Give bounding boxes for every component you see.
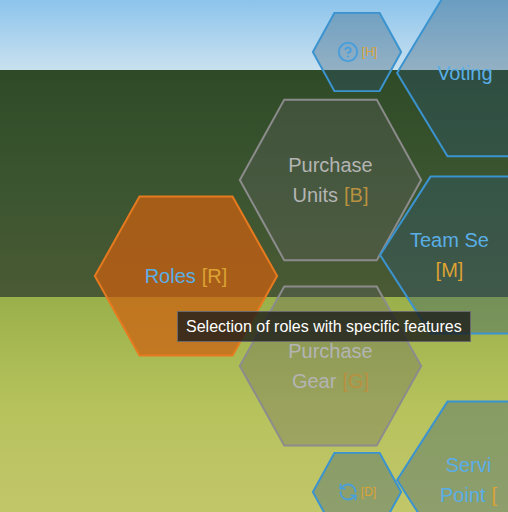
hex-line: Gear[G] xyxy=(292,366,369,396)
hex-line: Servi xyxy=(446,450,492,480)
hex-label: Point xyxy=(440,480,486,510)
hex-label: Team Se xyxy=(410,225,489,255)
hex-content: PurchaseUnits[B] xyxy=(288,150,373,210)
game-screen: [H] Voting PurchaseUnits[B] Team Se[M] Purch… xyxy=(0,0,508,512)
hex-label: Gear xyxy=(292,366,336,396)
hex-shape-icon xyxy=(238,285,423,447)
hex-line: Team Se xyxy=(410,225,489,255)
hex-content: Roles[R] xyxy=(145,261,228,291)
hex-line: Roles[R] xyxy=(145,261,228,291)
hex-key: [B] xyxy=(344,180,368,210)
hex-key: [G] xyxy=(342,366,369,396)
cycle-icon xyxy=(338,482,358,502)
hex-line: Purchase xyxy=(288,150,373,180)
hex-label: Voting xyxy=(437,58,493,88)
hex-key: [R] xyxy=(202,261,228,291)
hex-key: [H] xyxy=(362,43,377,61)
radial-menu: [H] Voting PurchaseUnits[B] Team Se[M] Purch… xyxy=(0,0,508,512)
hex-label: Purchase xyxy=(288,150,373,180)
hex-line: [D] xyxy=(338,482,376,502)
hex-label: Units xyxy=(292,180,338,210)
hex-line: [M] xyxy=(436,255,464,285)
menu-hex[interactable]: ServiPoint[ xyxy=(395,400,508,512)
hex-line: Units[B] xyxy=(292,180,368,210)
tooltip: Selection of roles with specific feature… xyxy=(177,311,471,342)
tooltip-text: Selection of roles with specific feature… xyxy=(186,315,462,339)
hex-key: [M] xyxy=(436,255,464,285)
hex-label: Servi xyxy=(446,450,492,480)
hex-content: [D] xyxy=(338,482,376,502)
hex-content: Voting xyxy=(437,58,493,88)
menu-hex[interactable]: Voting xyxy=(395,0,508,158)
hex-content: PurchaseGear[G] xyxy=(288,336,373,396)
hex-content: [H] xyxy=(337,41,377,63)
help-icon xyxy=(337,41,359,63)
hex-line: Voting xyxy=(437,58,493,88)
hex-line: Point[ xyxy=(440,480,497,510)
hex-label: Roles xyxy=(145,261,196,291)
menu-hex[interactable]: [D] xyxy=(312,452,402,512)
hex-shape-icon xyxy=(312,452,402,512)
menu-hex[interactable]: PurchaseGear[G] xyxy=(238,285,423,447)
hex-content: Team Se[M] xyxy=(410,225,489,285)
hex-key: [ xyxy=(492,480,498,510)
hex-content: ServiPoint[ xyxy=(440,450,497,510)
hex-key: [D] xyxy=(361,483,376,501)
menu-hex[interactable]: [H] xyxy=(312,12,402,92)
hex-line: [H] xyxy=(337,41,377,63)
